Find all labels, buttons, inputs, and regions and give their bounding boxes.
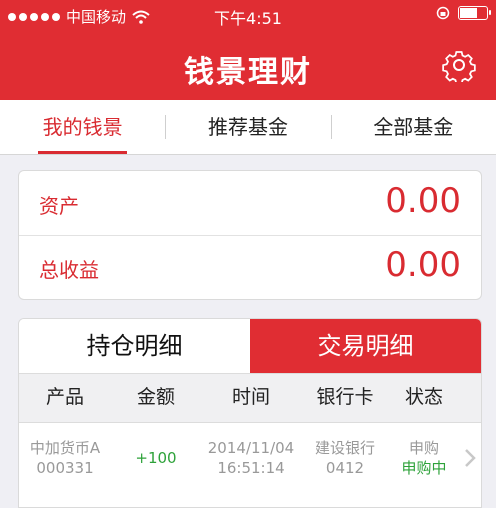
cell-amount: +100 — [111, 423, 201, 493]
header-time: 时间 — [231, 386, 270, 408]
header-bank-card: 银行卡 — [316, 386, 374, 408]
tab-all-funds[interactable]: 全部基金 — [330, 100, 496, 154]
status-bar: 中国移动 下午4:51 — [0, 0, 496, 30]
income-row: 总收益 0.00 — [19, 235, 481, 299]
cell-time: 2014/11/04 16:51:14 — [201, 423, 301, 493]
segment-transactions[interactable]: 交易明细 — [250, 319, 481, 373]
product-name: 中加货币A — [29, 439, 101, 457]
bank-name: 建设银行 — [314, 439, 375, 457]
header-status: 状态 — [404, 386, 443, 408]
assets-label: 资产 — [39, 194, 79, 218]
transaction-type: 申购 — [408, 439, 439, 457]
table-row[interactable]: 中加货币A 000331 +100 2014/11/04 16:51:14 建设… — [19, 423, 481, 493]
income-value: 0.00 — [385, 245, 461, 285]
amount-value: +100 — [135, 449, 177, 467]
transaction-time: 16:51:14 — [217, 459, 285, 477]
segment-holdings[interactable]: 持仓明细 — [19, 319, 250, 373]
cell-status: 申购 申购中 — [389, 423, 459, 493]
assets-value: 0.00 — [385, 181, 461, 221]
status-time: 下午4:51 — [214, 9, 282, 28]
status-right — [436, 6, 491, 20]
product-code: 000331 — [36, 459, 94, 477]
main-tabs: 我的钱景 推荐基金 全部基金 — [0, 100, 496, 155]
nav-bar: 钱景理财 — [0, 30, 496, 100]
header-amount: 金额 — [136, 386, 175, 408]
tab-my-wealth[interactable]: 我的钱景 — [0, 100, 165, 154]
detail-segmented-control: 持仓明细 交易明细 — [19, 319, 481, 373]
cell-product: 中加货币A 000331 — [19, 423, 111, 493]
detail-panel: 持仓明细 交易明细 产品 金额 时间 银行卡 状态 中加货币A 000331 +… — [18, 318, 482, 508]
card-tail: 0412 — [325, 459, 365, 477]
assets-row: 资产 0.00 — [19, 171, 481, 236]
header-product: 产品 — [45, 386, 84, 408]
transaction-status: 申购中 — [401, 459, 447, 477]
income-label: 总收益 — [39, 258, 99, 282]
table-header: 产品 金额 时间 银行卡 状态 — [19, 373, 481, 423]
gear-icon[interactable] — [442, 48, 476, 82]
orientation-lock-icon — [436, 6, 450, 20]
battery-icon — [458, 6, 491, 20]
cell-bank-card: 建设银行 0412 — [301, 423, 389, 493]
page-title: 钱景理财 — [184, 55, 312, 90]
asset-summary-card: 资产 0.00 总收益 0.00 — [18, 170, 482, 300]
tab-recommended-funds[interactable]: 推荐基金 — [165, 100, 330, 154]
transaction-date: 2014/11/04 — [207, 439, 295, 457]
chevron-right-icon — [465, 449, 476, 467]
